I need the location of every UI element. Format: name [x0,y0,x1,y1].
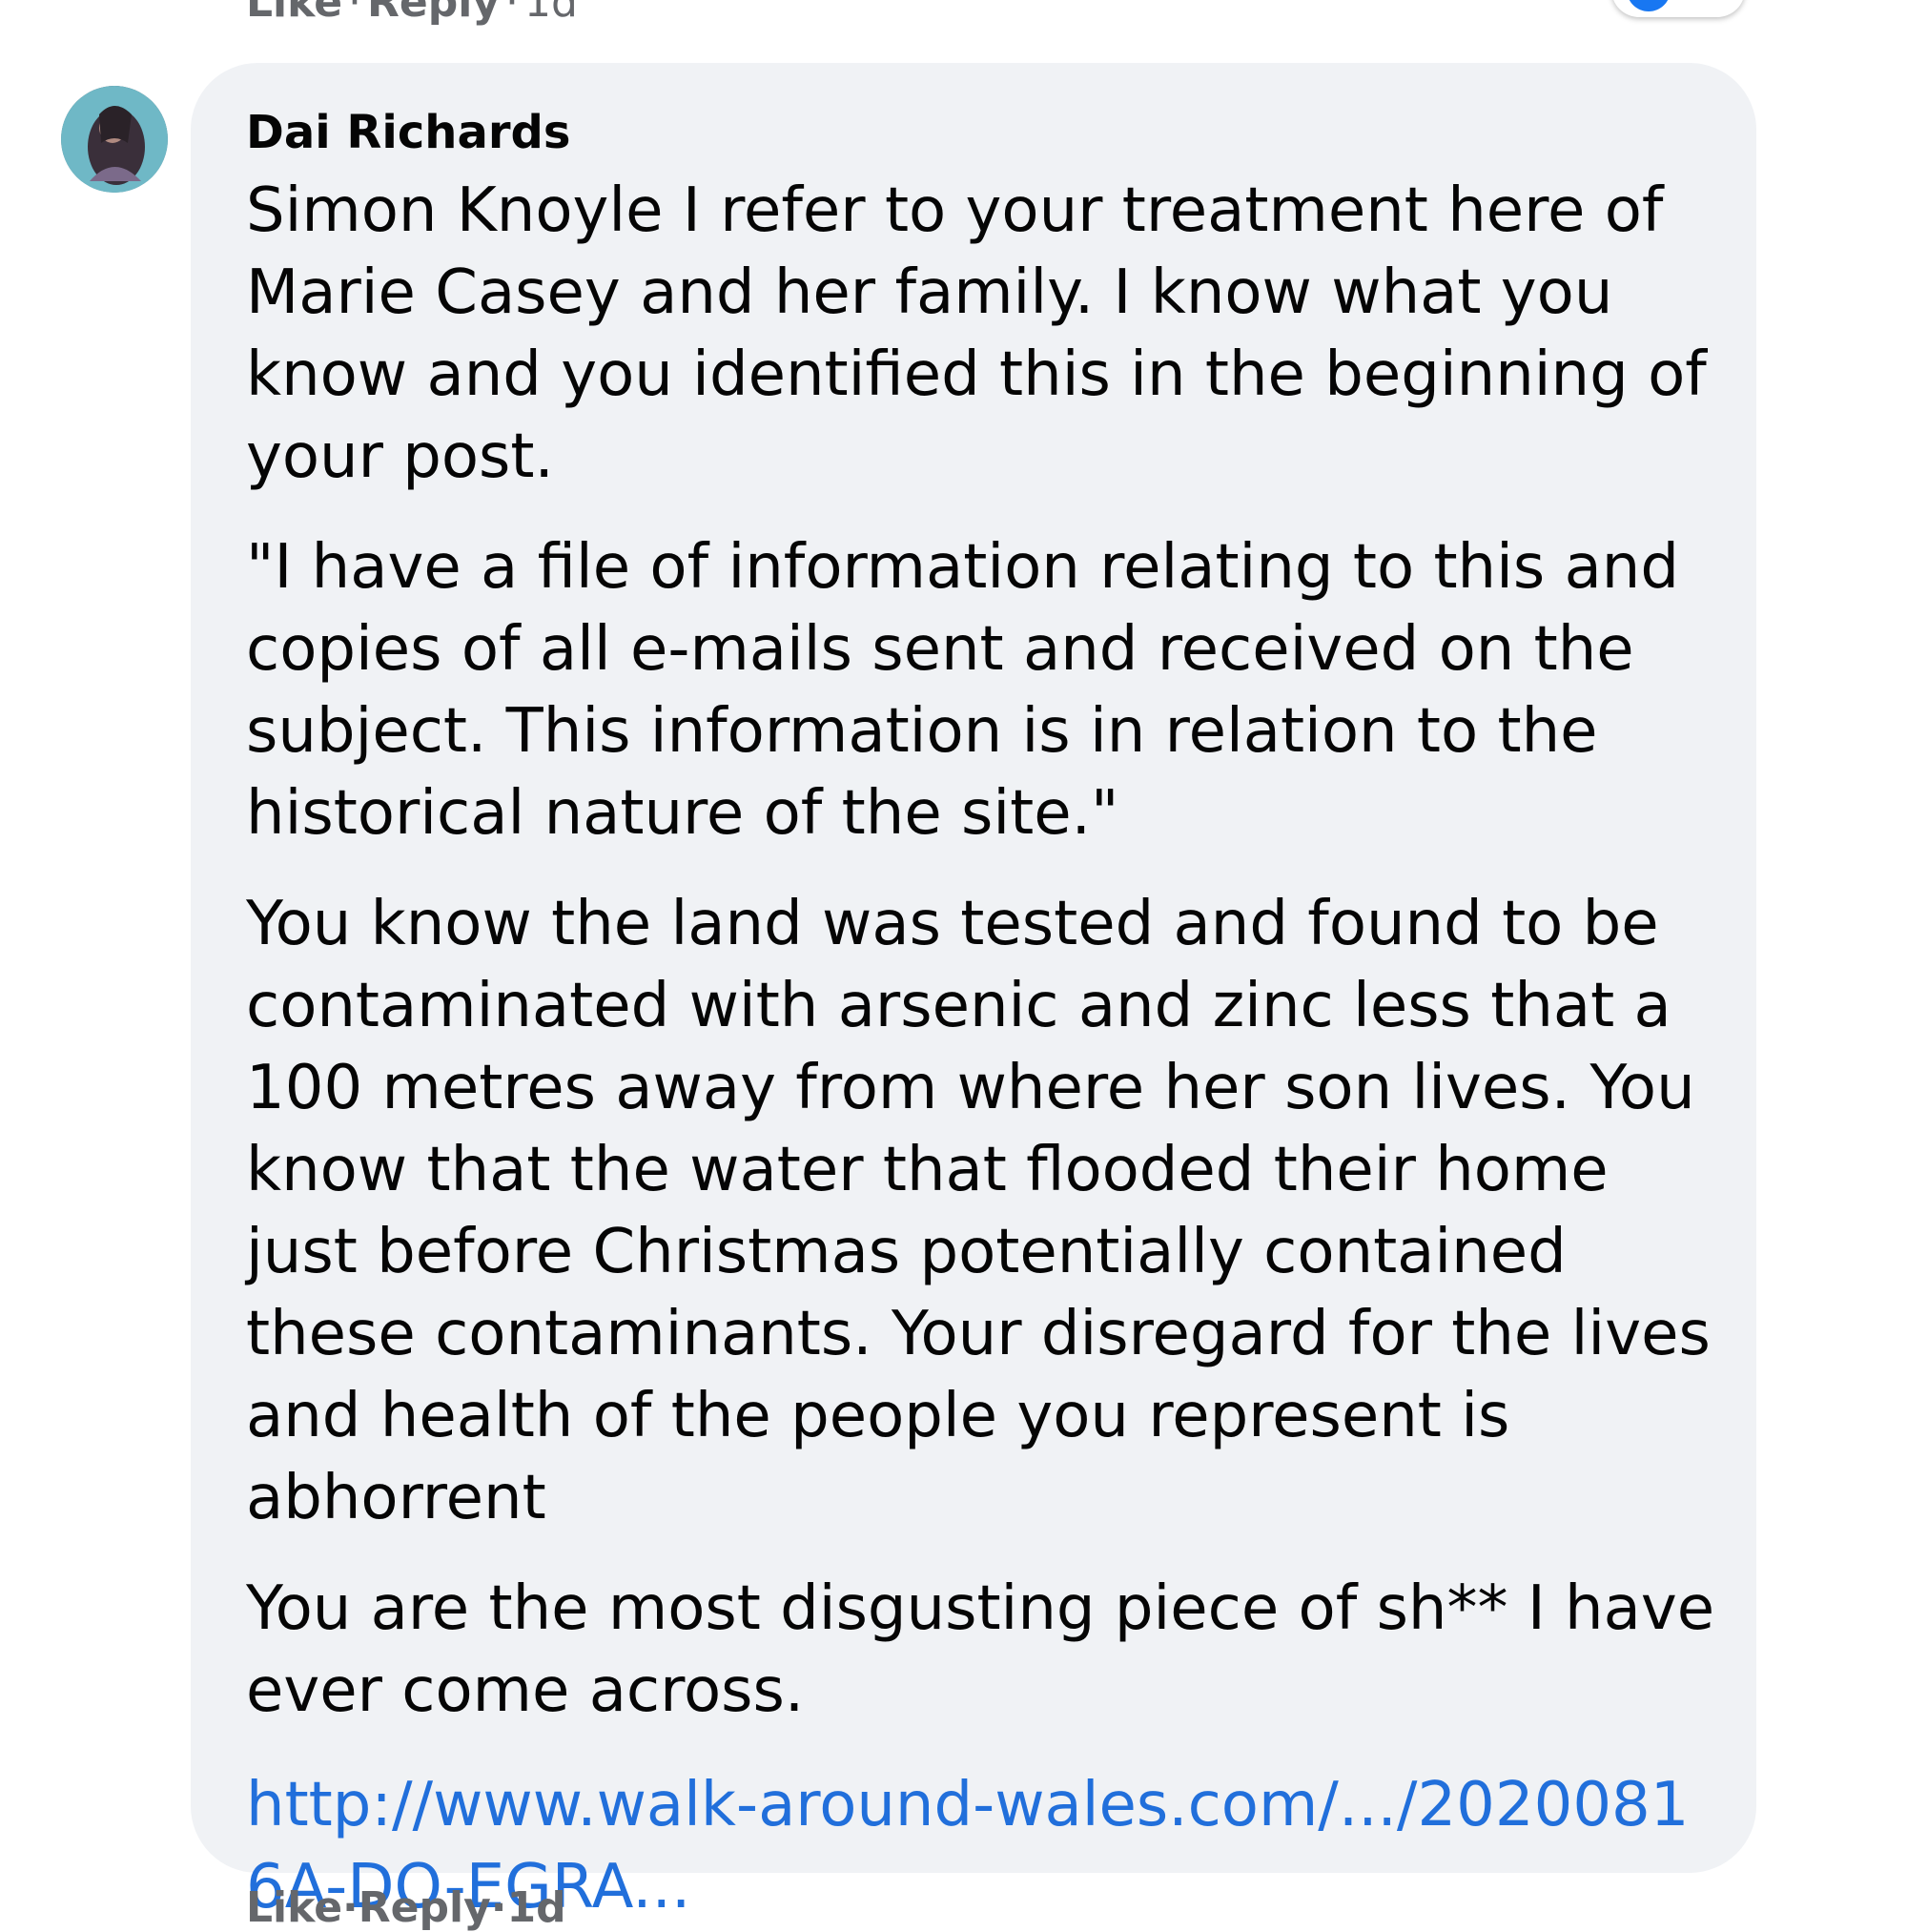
reaction-count-pill[interactable] [1611,0,1745,17]
like-link[interactable]: Like [246,0,342,27]
comment-timestamp[interactable]: 1d [506,1883,565,1932]
avatar[interactable] [61,86,168,193]
comment-author[interactable]: Dai Richards [246,107,1718,158]
previous-comment-actions: Like · Reply · 1d [246,0,578,27]
comment-bubble: Dai Richards Simon Knoyle I refer to you… [191,63,1756,1922]
reply-link[interactable]: Reply [359,1883,491,1932]
reply-link[interactable]: Reply [367,0,500,27]
like-reaction-icon [1627,0,1671,11]
user-avatar-icon [61,86,168,193]
separator: · [342,1883,359,1932]
comment-paragraph: You are the most disgusting piece of sh*… [246,1573,1715,1726]
like-link[interactable]: Like [246,1883,342,1932]
separator: · [505,0,520,27]
comment-paragraph: You know the land was tested and found t… [246,889,1711,1533]
comment-timestamp[interactable]: 1d [524,0,578,27]
comment-paragraph: Simon Knoyle I refer to your treatment h… [246,175,1707,492]
separator: · [490,1883,507,1932]
comment-paragraph: "I have a file of information relating t… [246,532,1679,849]
separator: · [348,0,362,27]
comment-actions: Like·Reply·1d [246,1884,566,1932]
